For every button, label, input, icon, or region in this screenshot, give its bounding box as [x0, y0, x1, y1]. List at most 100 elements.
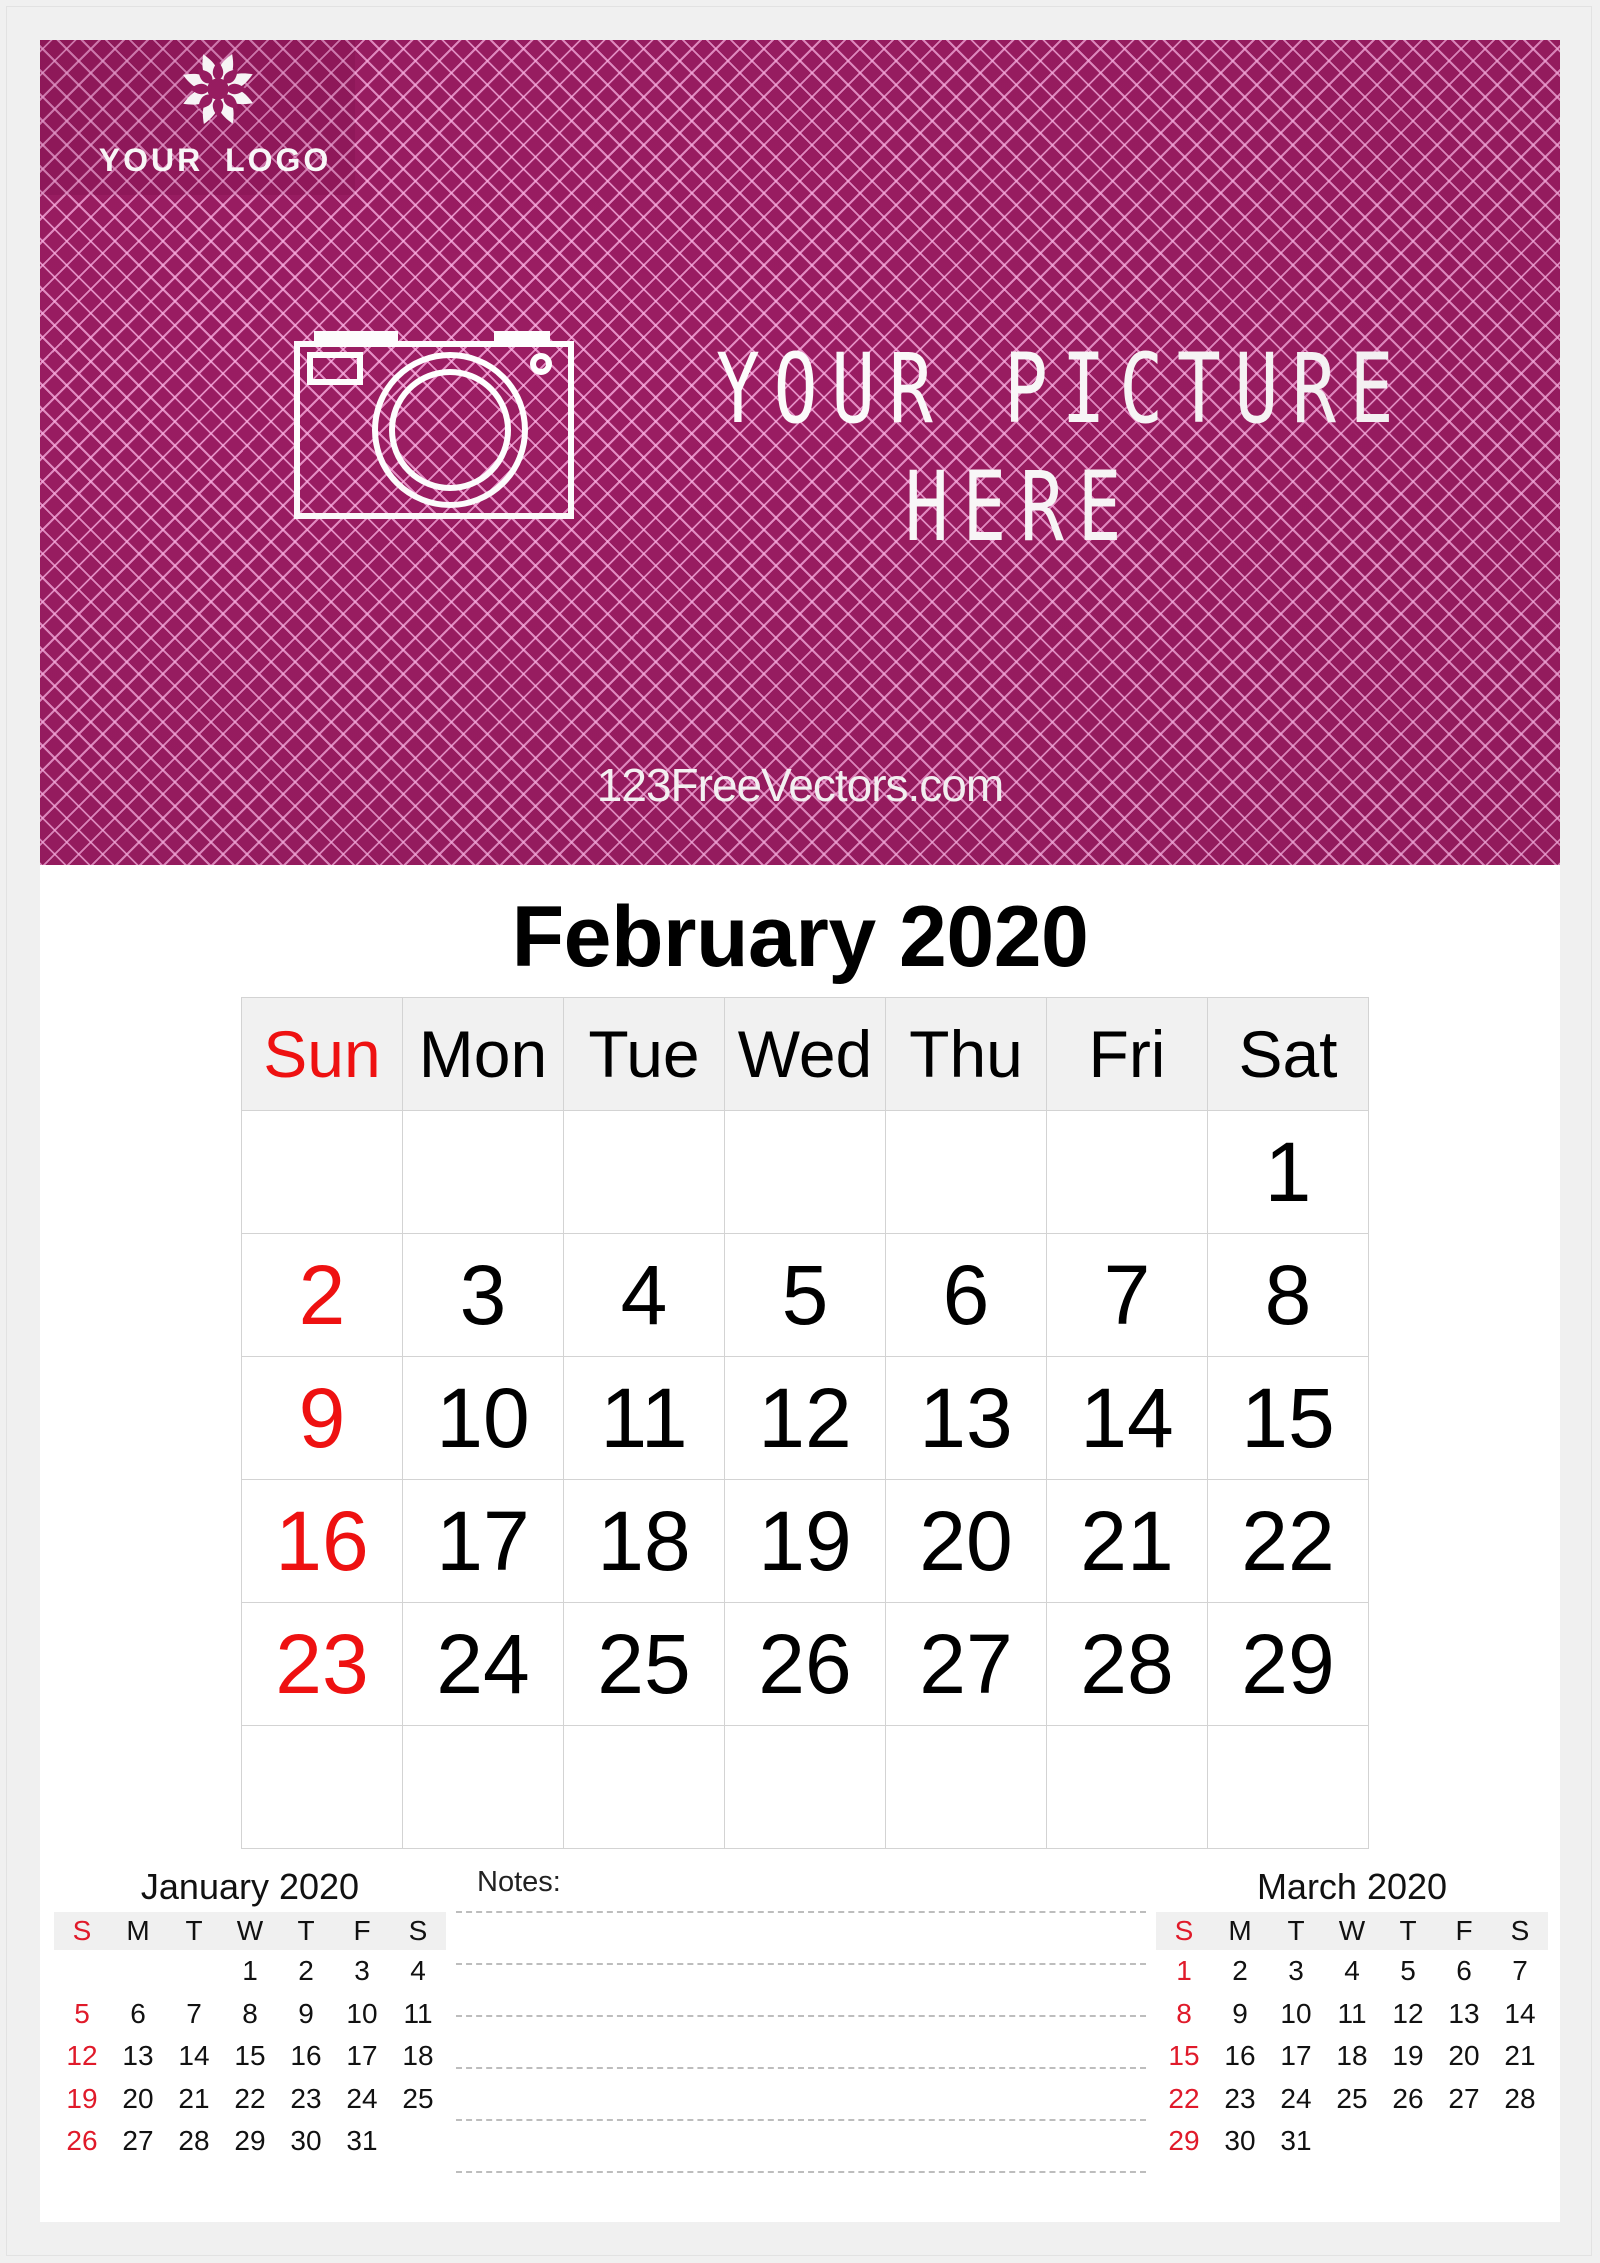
notes-line[interactable] [456, 1963, 1146, 1965]
mini-week-row: 1 2 3 4 [54, 1950, 446, 1993]
mini-day-cell: 18 [1336, 2040, 1368, 2071]
mini-day-cell [54, 1950, 110, 1993]
day-cell[interactable]: 22 [1207, 1479, 1369, 1603]
mini-weekday-header: T [1380, 1912, 1436, 1950]
mini-day-cell: 7 [186, 1997, 202, 2029]
day-cell[interactable] [885, 1110, 1047, 1234]
day-cell[interactable]: 10 [402, 1356, 564, 1480]
day-cell[interactable]: 12 [724, 1356, 886, 1480]
day-cell[interactable]: 21 [1046, 1479, 1208, 1603]
day-cell[interactable]: 11 [563, 1356, 725, 1480]
picture-text-line1: YOUR PICTURE [716, 333, 1408, 445]
mini-day-cell: 22 [1168, 2082, 1200, 2114]
day-cell[interactable]: 5 [724, 1233, 886, 1357]
mini-day-cell: 10 [1280, 1997, 1312, 2029]
mini-day-cell: 20 [122, 2082, 154, 2114]
day-cell[interactable]: 18 [563, 1479, 725, 1603]
week-row: 2345678 [241, 1233, 1369, 1357]
mini-day-cell: 16 [1224, 2040, 1256, 2071]
day-cell[interactable]: 14 [1046, 1356, 1208, 1480]
mini-day-cell: 13 [1448, 1997, 1480, 2029]
mini-day-cell: 8 [1176, 1997, 1192, 2029]
day-cell[interactable] [1207, 1725, 1369, 1849]
mini-day-cell: 6 [130, 1997, 146, 2029]
day-cell[interactable] [563, 1725, 725, 1849]
mini-day-cell [1492, 2120, 1548, 2163]
logo-text: YOUR LOGO [98, 142, 332, 178]
day-cell[interactable] [402, 1725, 564, 1849]
mini-weekday-header: S [54, 1912, 110, 1950]
notes-line[interactable] [456, 1911, 1146, 1913]
day-cell[interactable] [402, 1110, 564, 1234]
day-cell[interactable]: 8 [1207, 1233, 1369, 1357]
notes-line[interactable] [456, 2119, 1146, 2121]
mini-day-cell: 12 [66, 2040, 98, 2071]
day-cell[interactable] [241, 1110, 403, 1234]
day-cell[interactable]: 25 [563, 1602, 725, 1726]
mini-day-cell [1380, 2120, 1436, 2163]
week-row: 9 10 11 12 13 14 15 [241, 1356, 1369, 1480]
mini-day-cell: 15 [1168, 2040, 1200, 2071]
mini-day-cell: 5 [1400, 1955, 1416, 1986]
mini-day-cell: 27 [1448, 2082, 1480, 2114]
mini-day-cell: 3 [354, 1955, 370, 1986]
day-cell[interactable]: 7 [1046, 1233, 1208, 1357]
mini-weekday-header: S [1492, 1912, 1548, 1950]
mini-day-cell: 19 [1392, 2040, 1424, 2071]
mini-day-cell: 3 [1288, 1955, 1304, 1986]
day-cell[interactable] [1046, 1725, 1208, 1849]
day-cell[interactable]: 27 [885, 1602, 1047, 1726]
day-cell[interactable] [885, 1725, 1047, 1849]
mini-day-cell: 2 [298, 1955, 314, 1986]
mini-day-cell: 11 [1337, 1997, 1367, 2029]
mini-day-cell: 7 [1512, 1955, 1528, 1986]
weekday-header: Mon [402, 997, 564, 1111]
day-cell[interactable]: 16 [241, 1479, 403, 1603]
mini-day-cell: 9 [298, 1997, 314, 2029]
weekday-header: Tue [563, 997, 725, 1111]
mini-day-cell: 31 [1280, 2125, 1312, 2156]
weekday-header: Fri [1046, 997, 1208, 1111]
mini-week-row: 26 27 28 29 30 31 [54, 2120, 446, 2163]
day-cell[interactable]: 23 [241, 1602, 403, 1726]
mini-day-cell: 29 [234, 2125, 266, 2156]
notes-line[interactable] [456, 2171, 1146, 2173]
mini-week-row: 12 13 14 15 16 17 18 [54, 2035, 446, 2078]
day-cell[interactable] [1046, 1110, 1208, 1234]
day-cell[interactable]: 1 [1207, 1110, 1369, 1234]
notes-line[interactable] [456, 2015, 1146, 2017]
day-cell[interactable]: 15 [1207, 1356, 1369, 1480]
day-cell[interactable]: 29 [1207, 1602, 1369, 1726]
mini-day-cell: 31 [346, 2125, 378, 2156]
day-cell[interactable]: 6 [885, 1233, 1047, 1357]
day-cell[interactable] [724, 1725, 886, 1849]
week-row [241, 1725, 1369, 1849]
week-row: 23 24 25 26 27 28 29 [241, 1602, 1369, 1726]
notes-line[interactable] [456, 2067, 1146, 2069]
mini-day-cell: 17 [346, 2040, 378, 2071]
day-cell[interactable] [724, 1110, 886, 1234]
day-cell[interactable]: 24 [402, 1602, 564, 1726]
mini-day-cell: 14 [178, 2040, 210, 2071]
day-cell[interactable]: 20 [885, 1479, 1047, 1603]
day-cell[interactable]: 13 [885, 1356, 1047, 1480]
day-cell[interactable]: 3 [402, 1233, 564, 1357]
day-cell[interactable]: 17 [402, 1479, 564, 1603]
mini-weekday-header: M [1212, 1912, 1268, 1950]
day-cell[interactable]: 2 [241, 1233, 403, 1357]
mini-day-cell: 23 [290, 2082, 322, 2114]
day-cell[interactable]: 26 [724, 1602, 886, 1726]
mini-day-cell: 15 [234, 2040, 266, 2071]
day-cell[interactable]: 4 [563, 1233, 725, 1357]
mini-calendar-january: January 2020 SMTWTFS 1 2 3 4 5 6 7 8 9 10 11 12 13 14… [54, 1862, 446, 2163]
day-cell[interactable]: 28 [1046, 1602, 1208, 1726]
mini-day-cell: 5 [74, 1997, 90, 2029]
day-cell[interactable] [563, 1110, 725, 1234]
day-cell[interactable]: 9 [241, 1356, 403, 1480]
day-cell[interactable]: 19 [724, 1479, 886, 1603]
mini-week-row: 22 23 24 25 26 27 28 [1156, 2078, 1548, 2121]
notes-label: Notes: [477, 1866, 561, 1898]
mini-week-row: 8 9 10 11 12 13 14 [1156, 1993, 1548, 2036]
day-cell[interactable] [241, 1725, 403, 1849]
mini-day-cell: 25 [1336, 2082, 1368, 2114]
